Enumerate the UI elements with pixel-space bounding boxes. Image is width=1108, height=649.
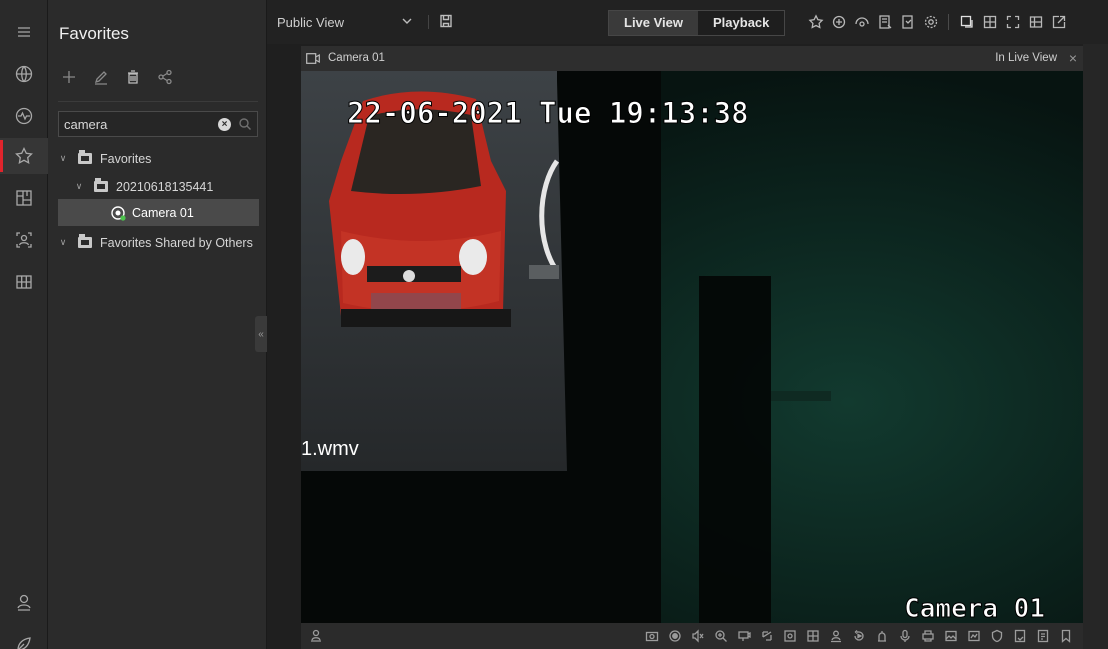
print-icon[interactable] (916, 627, 939, 645)
divider (948, 14, 949, 30)
panel-toolbar (60, 68, 174, 86)
alarm-output-icon[interactable] (870, 627, 893, 645)
video-frame: 22-06-2021 Tue 19:13:38 1.wmv Camera 01 (301, 71, 1083, 623)
export-icon[interactable] (896, 12, 919, 32)
snapshot-list-icon[interactable] (873, 12, 896, 32)
people-count-icon[interactable] (824, 627, 847, 645)
search-box: × (58, 111, 258, 137)
panel-title: Favorites (59, 24, 129, 43)
chevron-down-icon[interactable]: ∨ (74, 181, 84, 192)
divider (428, 15, 429, 29)
mute-icon[interactable] (686, 627, 709, 645)
folder-icon (94, 178, 108, 192)
tree-node-label: Favorites Shared by Others (100, 235, 253, 250)
instant-playback-icon[interactable] (847, 627, 870, 645)
video-feed[interactable]: 22-06-2021 Tue 19:13:38 1.wmv Camera 01 (301, 71, 1083, 623)
tree-node-label: 20210618135441 (116, 179, 214, 194)
ptz-control-icon[interactable] (732, 627, 755, 645)
window-split-icon[interactable] (801, 627, 824, 645)
search-icon[interactable] (238, 117, 252, 131)
chevron-down-icon[interactable]: ∨ (58, 237, 68, 248)
tree-node-camera-01[interactable]: Camera 01 (58, 199, 259, 226)
edit-icon[interactable] (92, 68, 110, 86)
video-toolbar (301, 623, 1083, 649)
image-icon[interactable] (939, 627, 962, 645)
mode-tabs: Live View Playback (608, 10, 786, 36)
close-icon[interactable]: × (1069, 50, 1077, 66)
shield-icon[interactable] (985, 627, 1008, 645)
person-scan-icon[interactable] (0, 222, 48, 258)
fisheye-expand-icon[interactable] (778, 627, 801, 645)
user-icon[interactable] (0, 584, 48, 620)
document-icon[interactable] (1008, 627, 1031, 645)
add-icon[interactable] (60, 68, 78, 86)
view-toolbar (804, 12, 1070, 32)
tab-live-view[interactable]: Live View (609, 11, 699, 35)
app-window: Favorites × ∨ Favorites ∨ 20210618135441 (0, 0, 1108, 649)
microphone-icon[interactable] (893, 627, 916, 645)
stream-switch-icon[interactable] (755, 627, 778, 645)
tree-node-20210618135441[interactable]: ∨ 20210618135441 (58, 173, 259, 200)
picture-enhance-icon[interactable] (962, 627, 985, 645)
capture-icon[interactable] (640, 627, 663, 645)
search-input[interactable] (59, 116, 218, 132)
live-status: In Live View (995, 52, 1057, 64)
tree-node-label: Favorites (100, 151, 152, 166)
person-icon[interactable] (309, 628, 325, 644)
pulse-icon[interactable] (0, 98, 48, 134)
share-icon[interactable] (156, 68, 174, 86)
tree-node-label: Camera 01 (132, 205, 194, 220)
collapse-panel-handle[interactable]: « (255, 316, 267, 352)
chevron-down-icon[interactable]: ∨ (58, 153, 68, 164)
folder-icon (78, 234, 92, 248)
delete-icon[interactable] (124, 68, 142, 86)
tree-node-favorites[interactable]: ∨ Favorites (58, 145, 259, 172)
fisheye-icon[interactable] (850, 12, 873, 32)
settings-icon[interactable] (919, 12, 942, 32)
layout-grid-icon[interactable] (1024, 12, 1047, 32)
camera-icon (306, 53, 320, 64)
video-window-title: Camera 01 (328, 52, 385, 64)
top-toolbar: Public View Live View Playback (267, 0, 1108, 44)
video-window-header: Camera 01 In Live View × (301, 46, 1083, 71)
report-icon[interactable] (1031, 627, 1054, 645)
globe-icon[interactable] (0, 56, 48, 92)
fullscreen-icon[interactable] (1001, 12, 1024, 32)
star-icon[interactable] (804, 12, 827, 32)
tree-node-shared-favorites[interactable]: ∨ Favorites Shared by Others (58, 229, 259, 256)
nav-rail (0, 0, 48, 649)
bookmark-icon[interactable] (1054, 627, 1077, 645)
zoom-icon[interactable] (709, 627, 732, 645)
menu-icon[interactable] (0, 14, 48, 50)
save-icon[interactable] (438, 13, 454, 29)
grid-icon[interactable] (0, 264, 48, 300)
favorites-panel: Favorites × ∨ Favorites ∨ 20210618135441 (48, 0, 267, 649)
osd-datetime: 22-06-2021 Tue 19:13:38 (347, 96, 749, 130)
right-edge-strip (1083, 44, 1108, 649)
ptz-icon[interactable] (827, 12, 850, 32)
layout-icon[interactable] (0, 180, 48, 216)
clear-search-icon[interactable]: × (218, 117, 231, 131)
divider (58, 101, 258, 102)
chevron-down-icon[interactable] (401, 14, 413, 26)
osd-filename: 1.wmv (301, 438, 359, 460)
osd-camera-name: Camera 01 (904, 594, 1045, 623)
video-actions (640, 627, 1077, 645)
window-icon[interactable] (955, 12, 978, 32)
pop-out-icon[interactable] (1047, 12, 1070, 32)
split-screen-icon[interactable] (978, 12, 1001, 32)
settings-leaf-icon[interactable] (0, 626, 48, 649)
tab-playback[interactable]: Playback (698, 11, 785, 35)
view-selector[interactable]: Public View (277, 15, 344, 30)
record-icon[interactable] (663, 627, 686, 645)
folder-icon (78, 150, 92, 164)
camera-online-icon (111, 205, 126, 221)
star-icon[interactable] (0, 138, 48, 174)
